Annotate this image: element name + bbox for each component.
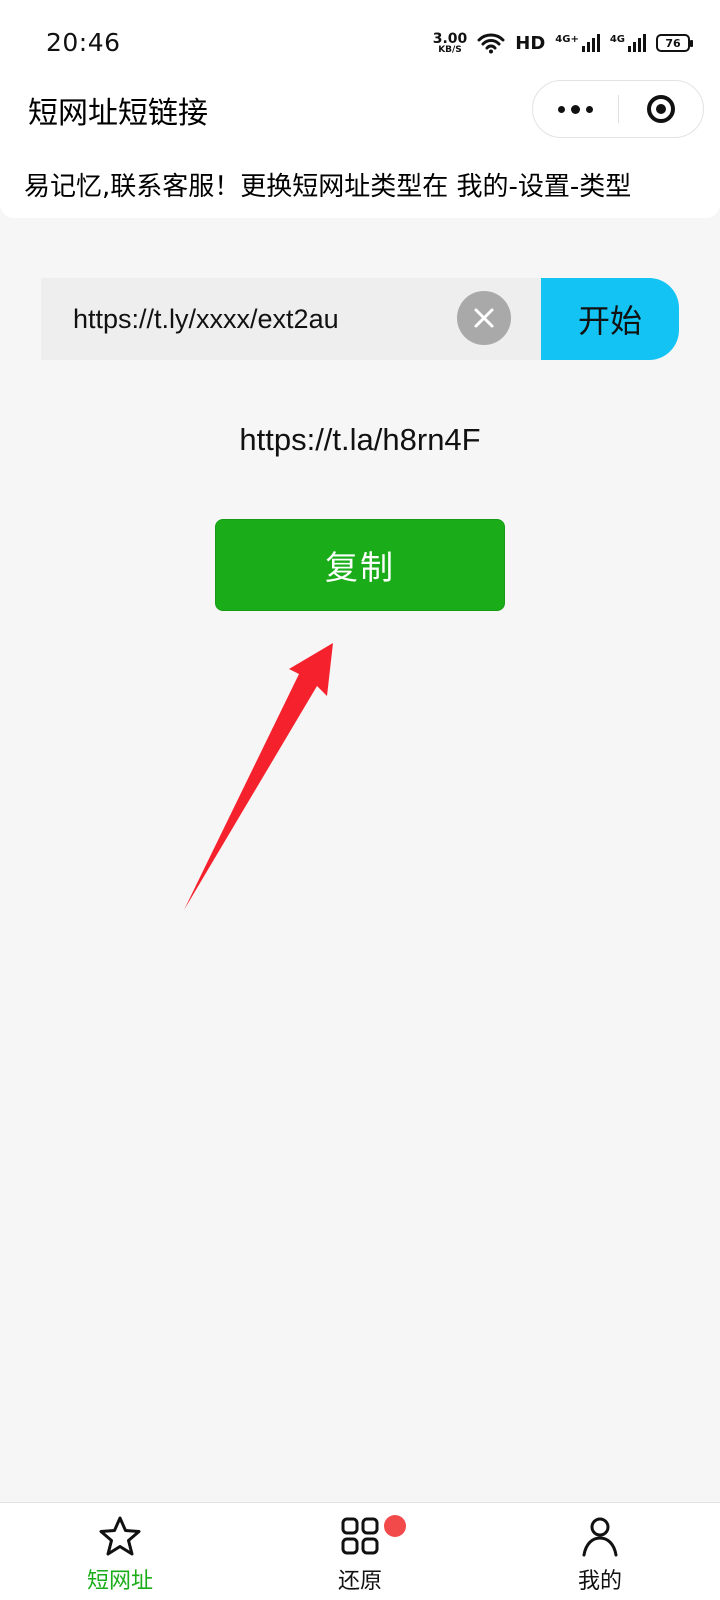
status-icons: 3.00 KB/S HD 4G+ 4G 76	[433, 26, 693, 60]
signal-icon-2: 4G	[610, 34, 646, 52]
more-button[interactable]	[533, 81, 618, 137]
network-speed-value: 3.00	[432, 30, 468, 47]
hd-label: HD	[515, 32, 546, 54]
red-arrow-annotation	[184, 643, 333, 910]
tab-bar: 短网址 还原 我的	[0, 1502, 720, 1600]
more-icon-dot	[570, 104, 580, 114]
signal-icon: 4G+	[555, 34, 600, 52]
notice-text: 易记忆,联系客服！更换短网址类型在 我的-设置-类型	[24, 172, 632, 202]
clock: 20:46	[46, 28, 121, 57]
tab-mine[interactable]: 我的	[480, 1503, 720, 1600]
network-speed: 3.00 KB/S	[433, 32, 468, 55]
star-icon	[97, 1513, 143, 1559]
tab-label: 我的	[577, 1569, 622, 1594]
more-icon-dot-2	[585, 105, 593, 113]
nav-bar: 短网址短链接	[0, 80, 720, 152]
target-icon	[646, 95, 675, 123]
wifi-icon	[477, 33, 505, 54]
battery-level: 76	[665, 36, 681, 50]
notification-badge	[384, 1515, 406, 1537]
arrow-shape	[184, 643, 333, 910]
status-bar: 20:46 3.00 KB/S HD 4G+ 4G 76	[0, 0, 720, 86]
close-mini-program-button[interactable]	[619, 81, 704, 137]
close-icon	[474, 308, 494, 328]
start-button[interactable]: 开始	[541, 278, 679, 360]
mini-program-capsule	[532, 80, 704, 138]
tab-short-url[interactable]: 短网址	[0, 1503, 240, 1600]
clear-input-button[interactable]	[457, 291, 511, 345]
more-icon	[557, 105, 565, 113]
signal-label-2: 4G	[609, 34, 625, 45]
battery-icon: 76	[656, 34, 693, 52]
tab-restore[interactable]: 还原	[240, 1503, 480, 1600]
tab-label: 还原	[337, 1569, 382, 1594]
user-icon	[577, 1513, 623, 1559]
grid-icon	[337, 1513, 383, 1559]
url-input-row: 开始	[41, 278, 679, 360]
copy-button[interactable]: 复制	[215, 519, 505, 611]
network-speed-unit: KB/S	[438, 44, 462, 55]
short-url-result: https://t.la/h8rn4F	[239, 422, 481, 457]
signal-label: 4G+	[555, 34, 579, 45]
page-title: 短网址短链接	[28, 96, 208, 131]
tab-label: 短网址	[86, 1569, 153, 1594]
notice-bar: 易记忆,联系客服！更换短网址类型在 我的-设置-类型	[0, 152, 720, 218]
